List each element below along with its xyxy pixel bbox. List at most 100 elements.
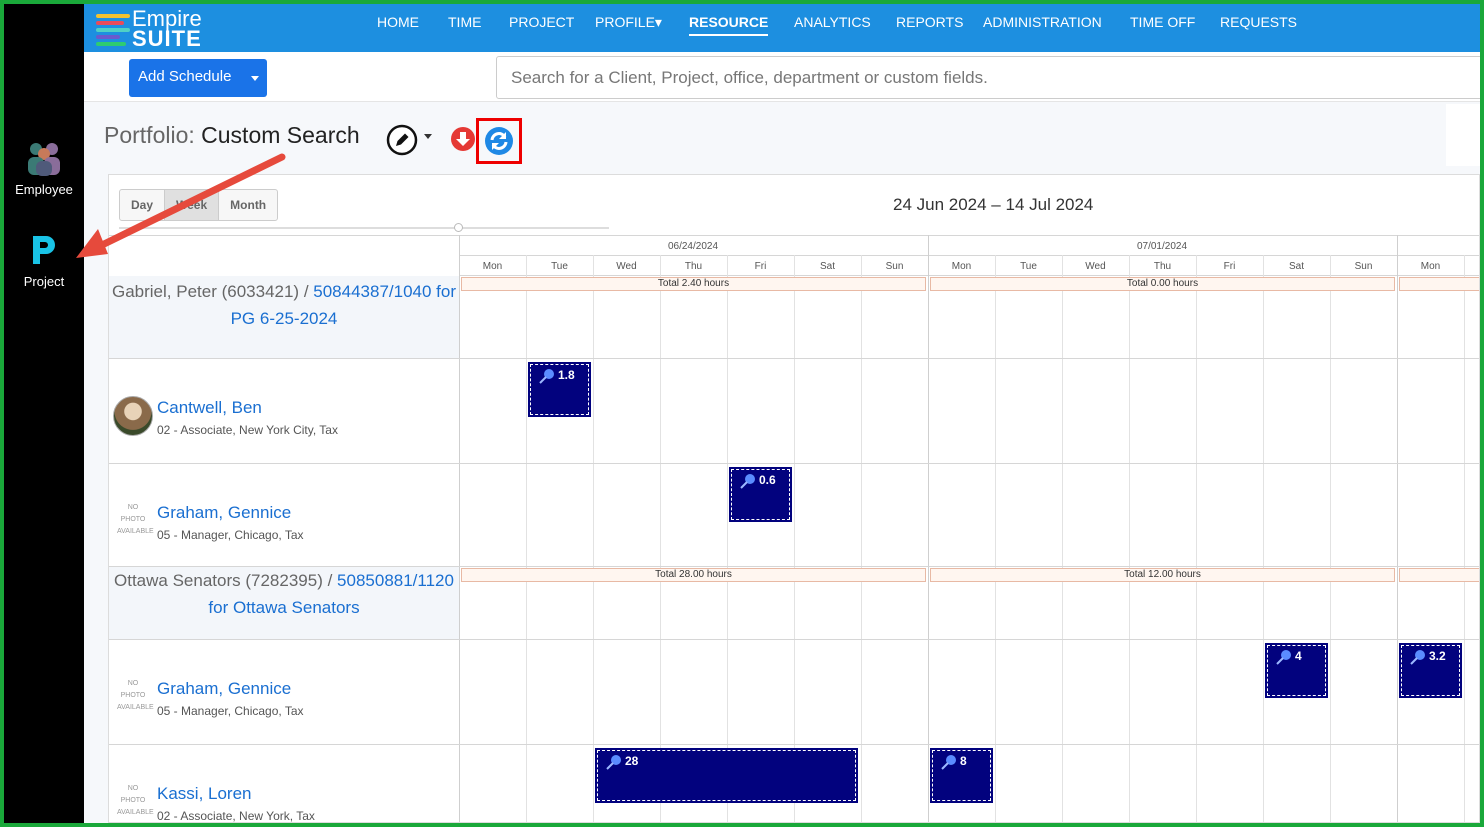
- no-photo-placeholder: NO PHOTO AVAILABLE: [117, 680, 154, 711]
- pin-icon: [1276, 650, 1291, 665]
- nav-time-off[interactable]: TIME OFF: [1130, 14, 1195, 30]
- scheduled-hours: 1.8: [558, 368, 575, 382]
- empire-suite-logo[interactable]: Empire SUITE: [92, 6, 222, 51]
- view-month-button[interactable]: Month: [219, 190, 277, 220]
- portfolio-value: Custom Search: [201, 122, 360, 148]
- grid-line: [109, 463, 1479, 464]
- nav-profile[interactable]: PROFILE▾: [595, 14, 662, 31]
- nav-home[interactable]: HOME: [377, 14, 419, 30]
- nav-reports[interactable]: REPORTS: [896, 14, 963, 30]
- grid-line: [459, 235, 460, 822]
- schedule-block[interactable]: 8: [930, 748, 993, 803]
- grid-line: [109, 744, 1479, 745]
- day-label: Tue: [551, 261, 568, 272]
- day-label: Sun: [885, 261, 904, 272]
- schedule-block[interactable]: 4: [1265, 643, 1328, 698]
- edit-pencil-icon[interactable]: [386, 124, 418, 156]
- week-label: 06/24/2024: [667, 241, 719, 252]
- no-photo-placeholder: NO PHOTO AVAILABLE: [117, 785, 154, 816]
- scheduled-hours: 28: [625, 754, 639, 768]
- week-label: 07/01/2024: [1136, 241, 1188, 252]
- download-icon[interactable]: [450, 126, 476, 152]
- nav-requests[interactable]: REQUESTS: [1220, 14, 1297, 30]
- grid-line: [1397, 235, 1398, 822]
- pin-icon: [941, 755, 956, 770]
- grid-line: [109, 639, 1479, 640]
- day-label: Thu: [684, 261, 703, 272]
- nav-time[interactable]: TIME: [448, 14, 481, 30]
- rail-item-label: Employee: [15, 182, 73, 197]
- zoom-slider-handle[interactable]: [454, 223, 463, 232]
- rail-item-employee[interactable]: Employee: [4, 140, 84, 197]
- add-schedule-button[interactable]: Add Schedule: [129, 59, 267, 97]
- main-content: Portfolio: Custom Search Day Week Month …: [84, 102, 1480, 823]
- chevron-down-icon[interactable]: [424, 134, 432, 139]
- day-label: Sat: [819, 261, 835, 272]
- chevron-down-icon[interactable]: [251, 76, 259, 81]
- week-total-bar: Total 0.00 hours: [930, 277, 1395, 291]
- day-label: Sun: [1354, 261, 1373, 272]
- day-label: Wed: [616, 261, 637, 272]
- resource-detail: 02 - Associate, New York, Tax: [157, 809, 315, 823]
- resource-name-link[interactable]: Graham, Gennice: [157, 679, 291, 699]
- scheduled-hours: 8: [960, 754, 967, 768]
- resource-detail: 02 - Associate, New York City, Tax: [157, 423, 338, 437]
- schedule-block[interactable]: 1.8: [528, 362, 591, 417]
- nav-administration[interactable]: ADMINISTRATION: [983, 14, 1102, 30]
- rail-item-project[interactable]: Project: [4, 232, 84, 289]
- week-total-bar: [1399, 277, 1479, 291]
- grid-line: [459, 255, 1479, 256]
- people-icon: [28, 143, 60, 176]
- grid-line: [995, 255, 996, 822]
- logo-text-suite: SUITE: [132, 26, 202, 51]
- grid-line: [660, 255, 661, 822]
- schedule-block[interactable]: 3.2: [1399, 643, 1462, 698]
- grid-line: [1330, 255, 1331, 822]
- grid-line: [109, 358, 1479, 359]
- refresh-icon[interactable]: [484, 126, 514, 156]
- resource-detail: 05 - Manager, Chicago, Tax: [157, 528, 304, 542]
- schedule-block[interactable]: 0.6: [729, 467, 792, 522]
- week-total-bar: [1399, 568, 1479, 582]
- week-total-bar: Total 12.00 hours: [930, 568, 1395, 582]
- zoom-slider[interactable]: [119, 227, 609, 229]
- grid-line: [1129, 255, 1130, 822]
- project-p-icon: [33, 236, 55, 264]
- resource-name-link[interactable]: Cantwell, Ben: [157, 398, 262, 418]
- day-label: Thu: [1153, 261, 1172, 272]
- day-label: Fri: [1223, 261, 1236, 272]
- day-label: Tue: [1020, 261, 1037, 272]
- day-label: Sat: [1288, 261, 1304, 272]
- schedule-block[interactable]: 28: [595, 748, 858, 803]
- scheduled-hours: 3.2: [1429, 649, 1446, 663]
- avatar: [113, 396, 153, 436]
- date-range: 24 Jun 2024 – 14 Jul 2024: [893, 195, 1094, 214]
- resource-detail: 05 - Manager, Chicago, Tax: [157, 704, 304, 718]
- top-nav: Empire SUITE HOME TIME PROJECT PROFILE▾ …: [84, 4, 1480, 52]
- day-label: Fri: [754, 261, 767, 272]
- grid-line: [1196, 255, 1197, 822]
- view-week-button[interactable]: Week: [165, 190, 220, 220]
- search-input[interactable]: [496, 56, 1484, 99]
- client-name: Gabriel, Peter (6033421) /: [111, 282, 314, 301]
- grid-line: [109, 235, 1479, 236]
- view-day-button[interactable]: Day: [120, 190, 166, 220]
- grid-line: [1062, 255, 1063, 822]
- pin-icon: [740, 474, 755, 489]
- grid-line: [459, 275, 1479, 276]
- resource-name-link[interactable]: Kassi, Loren: [157, 784, 252, 804]
- view-switcher: Day Week Month: [119, 189, 279, 221]
- day-label: Mon: [951, 261, 972, 272]
- grid-line: [1464, 255, 1465, 822]
- nav-project[interactable]: PROJECT: [509, 14, 574, 30]
- grid-line: [861, 255, 862, 822]
- nav-resource[interactable]: RESOURCE: [689, 14, 769, 36]
- left-rail: Employee Project: [4, 4, 84, 823]
- day-label: Mon: [482, 261, 503, 272]
- week-total-bar: Total 2.40 hours: [461, 277, 926, 291]
- nav-analytics[interactable]: ANALYTICS: [794, 14, 871, 30]
- grid-line: [526, 255, 527, 822]
- resource-name-link[interactable]: Graham, Gennice: [157, 503, 291, 523]
- page-title: Portfolio: Custom Search: [104, 122, 360, 149]
- grid-line: [794, 255, 795, 822]
